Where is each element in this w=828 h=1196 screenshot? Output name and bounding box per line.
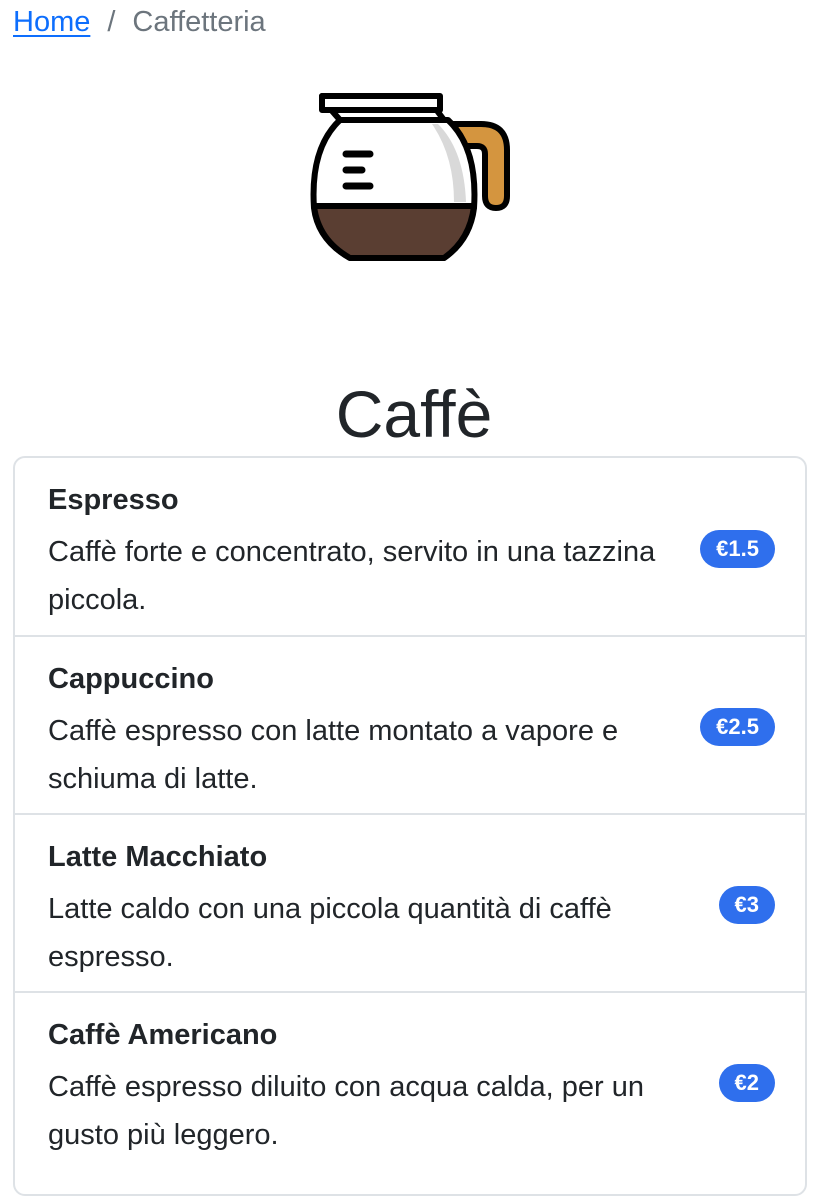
breadcrumb-separator: / (107, 6, 116, 38)
item-description: Caffè forte e concentrato, servito in un… (48, 536, 656, 616)
menu-list: Espresso Caffè forte e concentrato, serv… (13, 456, 807, 1196)
item-description: Caffè espresso diluito con acqua calda, … (48, 1071, 644, 1151)
price-badge: €3 (718, 886, 775, 924)
item-description: Caffè espresso con latte montato a vapor… (48, 715, 619, 795)
item-name: Cappuccino (48, 663, 214, 695)
breadcrumb: Home / Caffetteria (13, 4, 266, 40)
list-item: Espresso Caffè forte e concentrato, serv… (15, 458, 805, 635)
price-badge: €1.5 (700, 530, 775, 568)
breadcrumb-current: Caffetteria (132, 6, 266, 38)
item-name: Latte Macchiato (48, 841, 268, 873)
item-name: Espresso (48, 484, 179, 516)
price-badge: €2 (718, 1064, 775, 1102)
price-badge: €2.5 (700, 708, 775, 746)
item-description: Latte caldo con una piccola quantità di … (48, 893, 612, 973)
list-item: Latte Macchiato Latte caldo con una picc… (15, 815, 805, 991)
breadcrumb-home-link[interactable]: Home (13, 4, 90, 40)
coffee-pot-icon (306, 90, 516, 262)
page-title: Caffè (335, 377, 493, 452)
item-name: Caffè Americano (48, 1019, 278, 1051)
list-item: Cappuccino Caffè espresso con latte mont… (15, 637, 805, 813)
list-item: Caffè Americano Caffè espresso diluito c… (15, 993, 805, 1193)
